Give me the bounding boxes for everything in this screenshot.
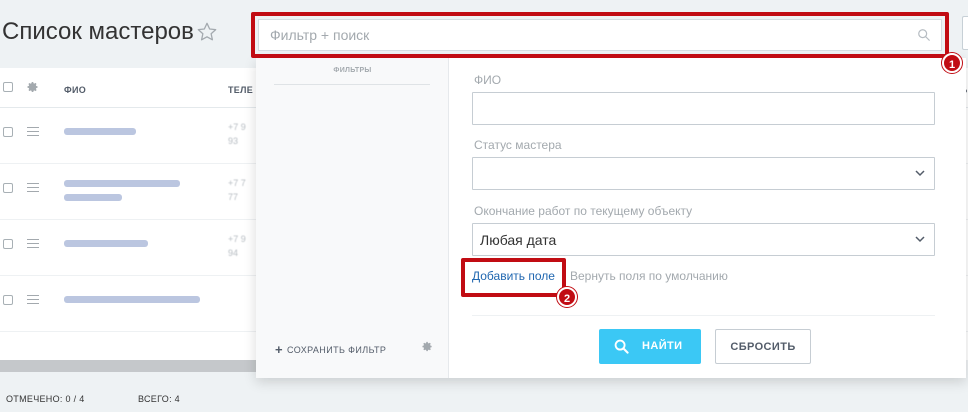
row-checkbox[interactable] bbox=[3, 239, 13, 249]
column-header-phone[interactable]: ТЕЛЕ bbox=[228, 85, 253, 95]
highlight-frame-add-field bbox=[461, 258, 566, 297]
save-filter-button[interactable]: + СОХРАНИТЬ ФИЛЬТР bbox=[275, 341, 387, 357]
plus-icon: + bbox=[275, 342, 283, 357]
app-root: Список мастеров ФИО ТЕЛЕ АБ +7 9 93 +7 bbox=[0, 0, 968, 412]
row-phone-line2: 94 bbox=[228, 248, 239, 258]
divider bbox=[274, 84, 430, 85]
divider bbox=[472, 315, 935, 316]
row-name-blurred[interactable] bbox=[64, 180, 180, 187]
column-header-fio[interactable]: ФИО bbox=[64, 85, 86, 95]
filter-presets-sidebar: ФИЛЬТРЫ + СОХРАНИТЬ ФИЛЬТР bbox=[256, 58, 449, 378]
page-title: Список мастеров bbox=[2, 18, 194, 45]
settings-button-edge[interactable] bbox=[962, 16, 968, 50]
field-label-end-date: Окончание работ по текущему объекту bbox=[474, 204, 693, 218]
highlight-frame-search bbox=[251, 12, 949, 58]
filter-panel: ФИЛЬТРЫ + СОХРАНИТЬ ФИЛЬТР ФИО Статус мас… bbox=[256, 58, 966, 378]
reset-button-label: СБРОСИТЬ bbox=[730, 341, 796, 353]
annotation-badge: 2 bbox=[557, 287, 577, 307]
row-phone: +7 9 bbox=[228, 234, 246, 244]
star-outline-icon[interactable] bbox=[196, 21, 218, 43]
select-all-checkbox[interactable] bbox=[3, 82, 13, 92]
row-name-blurred-line2[interactable] bbox=[64, 194, 122, 201]
save-filter-label: СОХРАНИТЬ ФИЛЬТР bbox=[287, 345, 387, 355]
chevron-down-icon bbox=[915, 236, 925, 243]
row-phone-line2: 93 bbox=[228, 136, 239, 146]
horizontal-scrollbar[interactable] bbox=[0, 360, 260, 372]
row-checkbox[interactable] bbox=[3, 295, 13, 305]
row-menu-icon[interactable] bbox=[27, 183, 39, 192]
restore-default-fields-link[interactable]: Вернуть поля по умолчанию bbox=[570, 269, 728, 283]
marked-count: ОТМЕЧЕНО: 0 / 4 bbox=[6, 394, 85, 404]
row-name-blurred[interactable] bbox=[64, 240, 148, 247]
gear-icon[interactable] bbox=[422, 341, 433, 352]
fio-input[interactable] bbox=[472, 92, 935, 125]
row-phone-line2: 77 bbox=[228, 192, 239, 202]
row-phone: +7 9 bbox=[228, 122, 246, 132]
gear-icon[interactable] bbox=[27, 81, 39, 93]
find-button[interactable]: НАЙТИ bbox=[599, 329, 701, 364]
row-name-blurred[interactable] bbox=[64, 128, 136, 135]
row-name-blurred[interactable] bbox=[64, 296, 200, 303]
field-label-status: Статус мастера bbox=[474, 138, 562, 152]
total-count: ВСЕГО: 4 bbox=[138, 394, 180, 404]
chevron-down-icon bbox=[915, 170, 925, 177]
row-menu-icon[interactable] bbox=[27, 127, 39, 136]
row-phone: +7 7 bbox=[228, 178, 246, 188]
row-menu-icon[interactable] bbox=[27, 239, 39, 248]
row-checkbox[interactable] bbox=[3, 183, 13, 193]
field-label-fio: ФИО bbox=[474, 73, 502, 87]
find-button-label: НАЙТИ bbox=[642, 340, 683, 352]
row-checkbox[interactable] bbox=[3, 127, 13, 137]
status-select[interactable] bbox=[472, 157, 935, 190]
end-date-select-value: Любая дата bbox=[480, 232, 557, 248]
end-date-select[interactable]: Любая дата bbox=[472, 223, 935, 256]
annotation-badge: 1 bbox=[942, 53, 962, 73]
row-menu-icon[interactable] bbox=[27, 295, 39, 304]
search-icon bbox=[614, 339, 629, 354]
reset-button[interactable]: СБРОСИТЬ bbox=[715, 329, 811, 364]
filters-heading: ФИЛЬТРЫ bbox=[333, 67, 372, 74]
